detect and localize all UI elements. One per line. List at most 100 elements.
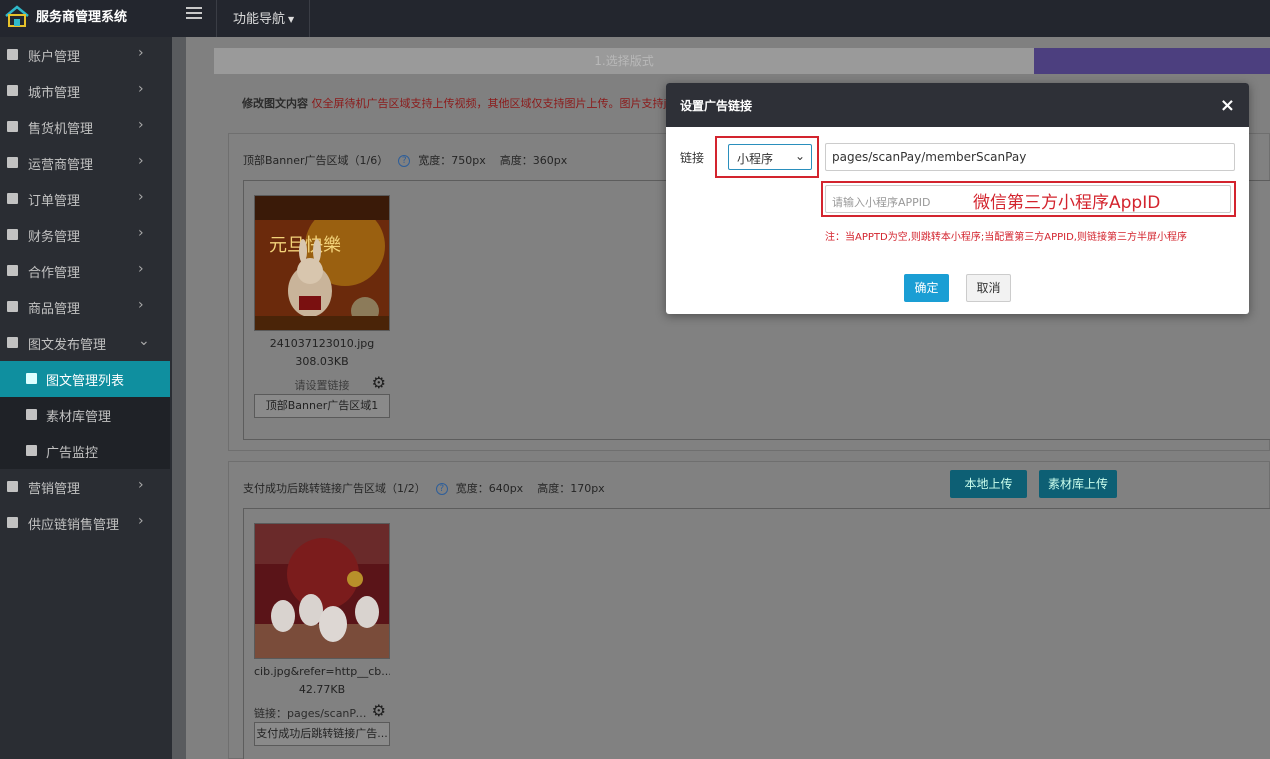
chevron-right-icon: › [138,297,144,313]
banner-thumbnail[interactable]: 元旦快樂 [254,195,390,331]
sidebar-item-supply-chain[interactable]: 供应链销售管理 › [0,505,170,541]
sidebar-item-finance[interactable]: 财务管理 › [0,217,170,253]
sidebar-submenu: 图文管理列表 素材库管理 广告监控 [0,361,170,469]
sidebar-item-cities[interactable]: 城市管理 › [0,73,170,109]
sidebar-item-label: 广告监控 [46,446,99,461]
link-label: 链接 [680,151,705,165]
bullet-icon [7,157,18,168]
sidebar-item-marketing[interactable]: 营销管理 › [0,469,170,505]
sidebar-item-label: 合作管理 [28,266,81,281]
bullet-icon [7,229,18,240]
confirm-button[interactable]: 确定 [904,274,949,302]
sidebar-item-label: 城市管理 [28,86,81,101]
step-1[interactable]: 1.选择版式 [214,48,1034,74]
sidebar-item-label: 商品管理 [28,302,81,317]
bullet-icon [26,445,37,456]
sidebar-item-label: 图文管理列表 [46,374,125,389]
sidebar-item-label: 售货机管理 [28,122,94,137]
cancel-button[interactable]: 取消 [966,274,1011,302]
banner-filesize: 308.03KB [295,355,349,368]
chevron-right-icon: › [138,189,144,205]
banner-section-title: 顶部Banner广告区域（1/6） [243,154,389,167]
sidebar-item-label: 财务管理 [28,230,81,245]
banner-link-row: 请设置链接 ⚙ [254,372,390,394]
sidebar-item-orders[interactable]: 订单管理 › [0,181,170,217]
close-icon[interactable]: × [1220,95,1235,116]
local-upload-button[interactable]: 本地上传 [950,470,1027,498]
brand-title: 服务商管理系统 [36,10,128,25]
gear-icon[interactable]: ⚙ [372,373,386,392]
step-indicator: 1.选择版式 [214,48,1270,74]
banner-image: 元旦快樂 [255,196,389,330]
sidebar-item-label: 素材库管理 [46,410,112,425]
link-type-value: 小程序 [737,152,774,166]
menu-toggle-icon[interactable] [186,7,202,21]
chevron-right-icon: › [138,261,144,277]
pay-image [255,524,389,658]
pay-card: cib.jpg&refer=http__cb... 42.77KB 链接：pag… [254,523,390,746]
banner-width: 宽度：750px [418,154,486,167]
sidebar-item-accounts[interactable]: 账户管理 › [0,37,170,73]
caret-down-icon: ▼ [288,15,295,24]
sidebar-item-label: 图文发布管理 [28,338,107,353]
banner-section-header: 顶部Banner广告区域（1/6）? 宽度：750px 高度：360px [243,152,567,168]
sidebar-item-label: 账户管理 [28,50,81,65]
bullet-icon [7,337,18,348]
bullet-icon [7,85,18,96]
dialog-title: 设置广告链接 [680,99,753,113]
pay-width: 宽度：640px [455,482,524,495]
pay-filesize: 42.77KB [298,683,346,696]
bullet-icon [26,373,37,384]
sidebar-item-cooperation[interactable]: 合作管理 › [0,253,170,289]
function-nav-menu[interactable]: 功能导航 ▼ [233,8,294,27]
banner-height: 高度：360px [499,154,568,167]
divider [309,0,310,37]
sidebar-item-operators[interactable]: 运营商管理 › [0,145,170,181]
sidebar-item-vending[interactable]: 售货机管理 › [0,109,170,145]
sidebar-item-products[interactable]: 商品管理 › [0,289,170,325]
link-path-value: pages/scanPay/memberScanPay [832,150,1027,164]
help-circle-icon[interactable]: ? [435,483,448,495]
banner-filename: 241037123010.jpg [269,337,375,350]
sidebar-item-material-library[interactable]: 素材库管理 [0,397,170,433]
bullet-icon [7,49,18,60]
chevron-down-icon: ⌄ [794,149,805,163]
chevron-right-icon: › [138,117,144,133]
chevron-right-icon: › [138,45,144,61]
chevron-right-icon: › [138,477,144,493]
banner-card: 元旦快樂 241037123010.jpg 308.03KB [254,195,390,418]
top-bar: 服务商管理系统 功能导航 ▼ [0,0,1270,37]
appid-placeholder: 请输入小程序APPID [832,196,931,209]
bullet-icon [7,265,18,276]
chevron-right-icon: › [138,225,144,241]
sidebar-item-ad-monitor[interactable]: 广告监控 [0,433,170,469]
appid-note: 注：当APPTD为空,则跳转本小程序;当配置第三方APPID,则链接第三方半屏小… [825,232,1187,243]
sidebar-item-content-publish[interactable]: 图文发布管理 ⌄ [0,325,170,361]
sidebar-item-content-list[interactable]: 图文管理列表 [0,361,170,397]
link-type-select[interactable]: 小程序 ⌄ [728,144,812,170]
pay-image-list: cib.jpg&refer=http__cb... 42.77KB 链接：pag… [243,508,1270,759]
help-circle-icon[interactable]: ? [398,155,411,167]
link-path-input[interactable]: pages/scanPay/memberScanPay [825,143,1235,171]
set-ad-link-dialog: 设置广告链接 × 链接 小程序 ⌄ pages/scanPay/memberSc… [666,83,1249,314]
sidebar-item-label: 运营商管理 [28,158,94,173]
bullet-icon [7,517,18,528]
pay-area-button[interactable]: 支付成功后跳转链接广告... [254,722,390,746]
dialog-header: 设置广告链接 × [666,83,1249,127]
pay-success-section: 支付成功后跳转链接广告区域（1/2）? 宽度：640px 高度：170px 本地上… [228,461,1270,759]
pay-filename: cib.jpg&refer=http__cb... [254,665,390,678]
pay-link-row: 链接：pages/scanPa... ⚙ [254,700,390,722]
chevron-right-icon: › [138,81,144,97]
banner-area-button[interactable]: 顶部Banner广告区域1 [254,394,390,418]
library-upload-button[interactable]: 素材库上传 [1039,470,1117,498]
divider [216,0,217,37]
pay-height: 高度：170px [537,482,605,495]
home-logo-icon[interactable] [4,5,30,27]
bullet-icon [7,481,18,492]
sidebar-item-label: 订单管理 [28,194,81,209]
hint-warning: 仅全屏待机广告区域支持上传视频，其他区域仅支持图片上传。图片支持jp [311,97,674,110]
sidebar: 账户管理 › 城市管理 › 售货机管理 › 运营商管理 › 订单管理 › 财务管理 › 合作… [0,37,170,759]
pay-thumbnail[interactable] [254,523,390,659]
banner-link-text: 请设置链接 [294,379,350,392]
gear-icon[interactable]: ⚙ [372,701,386,720]
